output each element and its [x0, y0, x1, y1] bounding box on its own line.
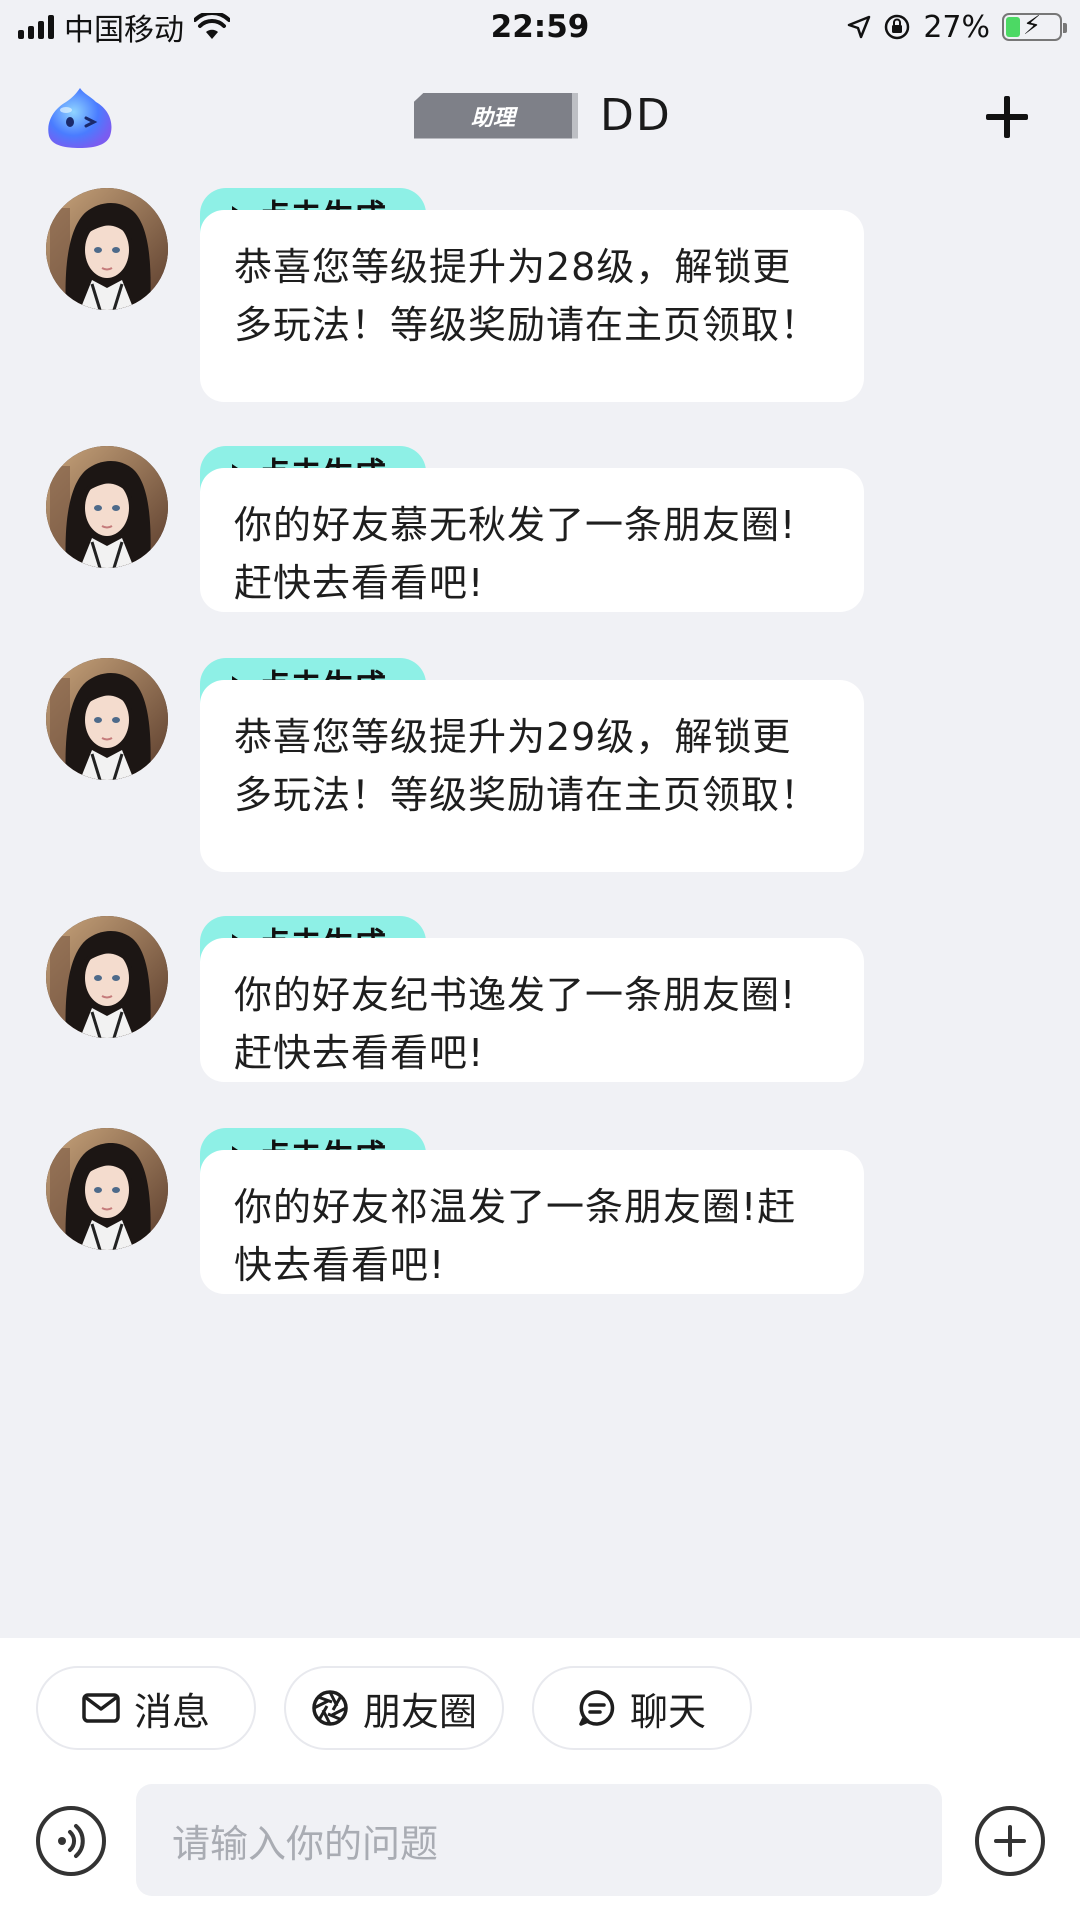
message-bubble: 恭喜您等级提升为29级，解锁更多玩法！等级奖励请在主页领取！ [200, 680, 864, 872]
avatar[interactable] [46, 1128, 168, 1250]
moments-button[interactable]: 朋友圈 [284, 1666, 504, 1750]
page-title: DD [600, 90, 672, 141]
avatar[interactable] [46, 446, 168, 568]
chat-button-label: 聊天 [629, 1689, 706, 1734]
status-left: 中国移动 [18, 5, 230, 49]
question-input[interactable]: 请输入你的问题 [136, 1784, 942, 1896]
voice-input-button[interactable] [36, 1806, 106, 1876]
message-bubble: 你的好友祁温发了一条朋友圈!赶快去看看吧! [200, 1150, 864, 1294]
wifi-icon [194, 13, 230, 39]
signal-icon [18, 15, 54, 39]
more-options-button[interactable] [975, 1806, 1045, 1876]
status-right: 27% ⚡ [847, 9, 1067, 45]
messages-button-label: 消息 [133, 1689, 210, 1734]
moments-button-label: 朋友圈 [362, 1689, 477, 1734]
question-input-placeholder: 请输入你的问题 [172, 1821, 439, 1866]
messages-button[interactable]: 消息 [36, 1666, 256, 1750]
message-bubble: 你的好友慕无秋发了一条朋友圈!赶快去看看吧! [200, 468, 864, 612]
status-bar: 中国移动 22:59 27% ⚡ [0, 0, 1080, 54]
charging-bolt-icon: ⚡ [1022, 11, 1042, 41]
mail-icon [82, 1693, 120, 1723]
battery-percent: 27% [923, 9, 990, 45]
avatar[interactable] [46, 188, 168, 310]
bottom-panel: 消息 朋友圈 聊天 请输入你的问题 [0, 1638, 1080, 1920]
message-bubble: 恭喜您等级提升为28级，解锁更多玩法！等级奖励请在主页领取！ [200, 210, 864, 402]
add-icon[interactable] [984, 94, 1030, 140]
message-bubble: 你的好友纪书逸发了一条朋友圈!赶快去看看吧! [200, 938, 864, 1082]
aperture-icon [312, 1690, 348, 1726]
battery-icon: ⚡ [1002, 11, 1067, 41]
location-icon [848, 15, 871, 39]
chat-icon [579, 1690, 615, 1726]
header: 助理 DD [0, 70, 1080, 164]
rotation-lock-icon [885, 14, 910, 40]
mascot-icon[interactable] [44, 84, 116, 150]
assistant-badge: 助理 [414, 92, 578, 139]
chat-button[interactable]: 聊天 [532, 1666, 752, 1750]
avatar[interactable] [46, 916, 168, 1038]
carrier-label: 中国移动 [64, 13, 184, 48]
avatar[interactable] [46, 658, 168, 780]
voice-icon [58, 1824, 85, 1858]
header-title-group: 助理 DD [414, 90, 672, 141]
